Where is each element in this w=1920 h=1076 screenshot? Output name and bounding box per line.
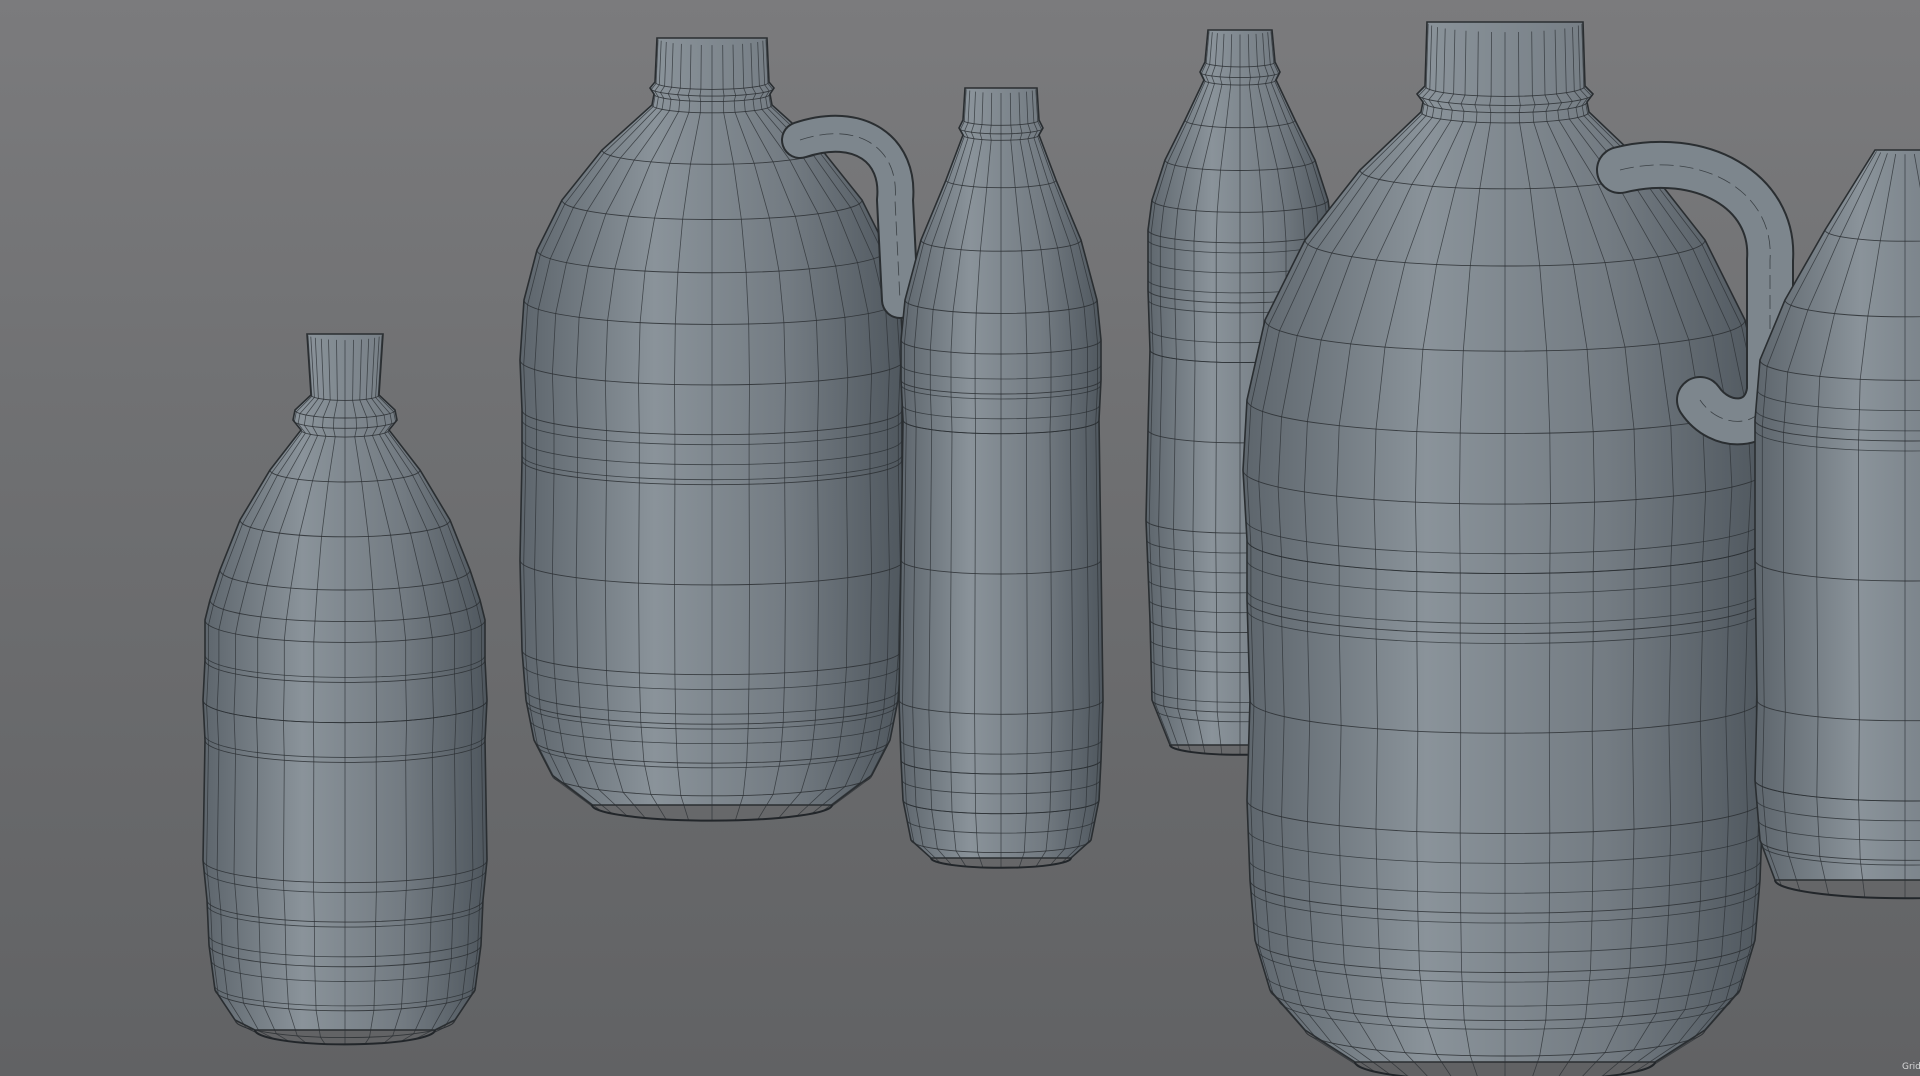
viewport-canvas[interactable]: [0, 0, 1920, 1076]
small-bottle[interactable]: [202, 333, 488, 1046]
grid-size-label: Grid S: [1902, 1062, 1920, 1072]
jug-back[interactable]: [519, 37, 919, 822]
tall-bottle-middle[interactable]: [898, 87, 1104, 869]
3d-viewport[interactable]: Grid S: [0, 0, 1920, 1076]
